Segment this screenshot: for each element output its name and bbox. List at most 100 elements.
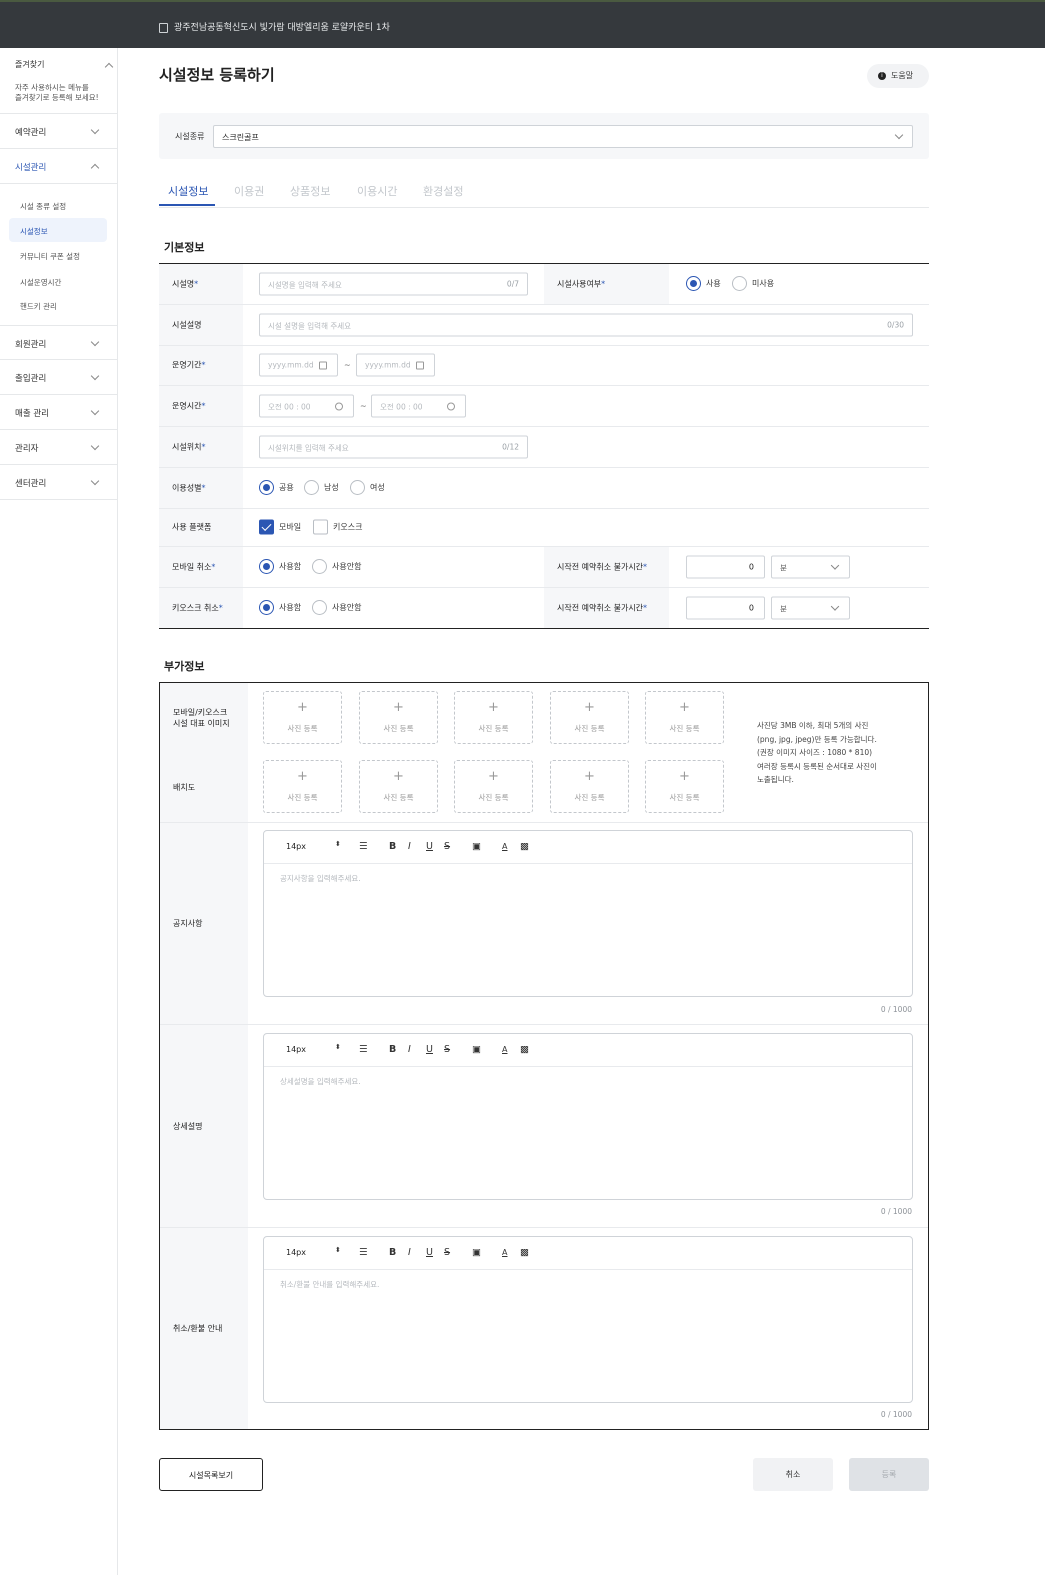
strike-icon[interactable]: S (444, 1044, 450, 1056)
char-count: 0 / 1000 (880, 1207, 912, 1216)
radio-unused[interactable]: 미사용 (732, 275, 782, 292)
font-size-select[interactable]: 14px (286, 842, 306, 851)
facility-name-input[interactable]: 시설명을 입력해 주세요 0/7 (259, 272, 528, 296)
row-hours: 운영시간* 오전 00 : 00 ~ 오전 00 : 00 (159, 386, 929, 428)
period-end-input[interactable]: yyyy.mm.dd (356, 353, 435, 377)
photo-upload-button[interactable]: + 사진 등록 (645, 691, 724, 744)
kiosk-unit-select[interactable]: 분 (771, 596, 850, 620)
photo-upload-button[interactable]: + 사진 등록 (454, 691, 533, 744)
submenu-facility-info[interactable]: 시설정보 (20, 226, 48, 237)
sidebar-item-admin[interactable]: 관리자 (0, 430, 117, 465)
radio-kiosk-cancel-on[interactable]: 사용함 (259, 599, 304, 616)
cancel-button[interactable]: 취소 (753, 1458, 833, 1491)
radio-mobile-cancel-off[interactable]: 사용안함 (312, 558, 367, 575)
font-size-select[interactable]: 14px (286, 1045, 306, 1054)
photo-upload-button[interactable]: + 사진 등록 (550, 691, 629, 744)
tab-facility-info[interactable]: 시설정보 (168, 183, 208, 199)
bold-icon[interactable]: B (389, 841, 396, 853)
layout-upload-button[interactable]: + 사진 등록 (359, 760, 438, 813)
image-icon[interactable]: ▣ (472, 1247, 481, 1259)
tab-product-info[interactable]: 상품정보 (290, 183, 330, 199)
stepper-icon[interactable]: ⬍ (335, 1247, 341, 1254)
layout-upload-button[interactable]: + 사진 등록 (550, 760, 629, 813)
submenu-operating-hours[interactable]: 시설운영시간 (20, 277, 61, 288)
help-button[interactable]: i 도움말 (867, 64, 929, 88)
facility-type-select[interactable]: 스크린골프 (213, 125, 913, 148)
bg-color-icon[interactable]: ▩ (520, 1247, 529, 1259)
radio-kiosk-cancel-off[interactable]: 사용안함 (312, 599, 367, 616)
chevron-down-icon (90, 476, 100, 486)
facility-list-button[interactable]: 시설목록보기 (159, 1458, 263, 1491)
radio-male[interactable]: 남성 (304, 479, 344, 496)
sidebar-item-sales[interactable]: 매출 관리 (0, 395, 117, 430)
italic-icon[interactable]: I (408, 1044, 411, 1056)
editor-toolbar: 14px ⬍ ☰ B I U S ▣ A ▩ (264, 1034, 912, 1067)
strike-icon[interactable]: S (444, 1247, 450, 1259)
submit-button[interactable]: 등록 (849, 1458, 929, 1491)
basic-info-table: 시설명* 시설명을 입력해 주세요 0/7 시설사용여부* 사용 미사용 시설설… (159, 263, 929, 630)
sidebar-item-reservation[interactable]: 예약관리 (0, 114, 117, 149)
photo-upload-button[interactable]: + 사진 등록 (263, 691, 342, 744)
notice-editor[interactable]: 14px ⬍ ☰ B I U S ▣ A ▩ 공지사항을 입력해주세요. (263, 830, 913, 997)
bg-color-icon[interactable]: ▩ (520, 841, 529, 853)
tab-settings[interactable]: 환경설정 (423, 183, 463, 199)
italic-icon[interactable]: I (408, 1247, 411, 1259)
radio-use[interactable]: 사용 (686, 275, 726, 292)
period-start-input[interactable]: yyyy.mm.dd (259, 353, 338, 377)
facility-desc-input[interactable]: 시설 설명을 입력해 주세요 0/30 (259, 313, 913, 337)
submenu-handkey[interactable]: 핸드키 관리 (20, 301, 57, 312)
radio-common[interactable]: 공용 (259, 479, 299, 496)
radio-female[interactable]: 여성 (350, 479, 390, 496)
text-color-icon[interactable]: A (502, 1247, 507, 1259)
underline-icon[interactable]: U (426, 1044, 433, 1056)
sidebar-item-facility[interactable]: 시설관리 (0, 149, 117, 184)
font-size-select[interactable]: 14px (286, 1248, 306, 1257)
underline-icon[interactable]: U (426, 841, 433, 853)
layout-upload-button[interactable]: + 사진 등록 (263, 760, 342, 813)
align-icon[interactable]: ☰ (359, 1044, 368, 1056)
section-title-basic: 기본정보 (164, 241, 205, 254)
sidebar-item-label: 회원관리 (15, 340, 47, 350)
text-color-icon[interactable]: A (502, 841, 507, 853)
image-icon[interactable]: ▣ (472, 1044, 481, 1056)
submenu-facility-type[interactable]: 시설 종류 설정 (20, 201, 66, 212)
italic-icon[interactable]: I (408, 841, 411, 853)
align-icon[interactable]: ☰ (359, 841, 368, 853)
hours-start-input[interactable]: 오전 00 : 00 (259, 394, 354, 418)
favorites-panel: 즐겨찾기 자주 사용하시는 메뉴를 즐겨찾기로 등록해 보세요! (0, 48, 117, 114)
checkbox-kiosk[interactable]: 키오스크 (313, 519, 368, 535)
hours-end-input[interactable]: 오전 00 : 00 (371, 394, 466, 418)
detail-editor[interactable]: 14px ⬍ ☰ B I U S ▣ A ▩ 상세설명을 입력해주세요. (263, 1033, 913, 1200)
align-icon[interactable]: ☰ (359, 1247, 368, 1259)
mobile-unit-select[interactable]: 분 (771, 555, 850, 579)
underline-icon[interactable]: U (426, 1247, 433, 1259)
location-input[interactable]: 시설위치를 입력해 주세요 0/12 (259, 435, 528, 459)
kiosk-limit-input[interactable]: 0 (686, 596, 765, 620)
label-cell: 시설설명 (159, 304, 243, 345)
text-color-icon[interactable]: A (502, 1044, 507, 1056)
stepper-icon[interactable]: ⬍ (335, 841, 341, 848)
sidebar-item-member[interactable]: 회원관리 (0, 325, 117, 360)
image-icon[interactable]: ▣ (472, 841, 481, 853)
tab-ticket[interactable]: 이용권 (234, 183, 264, 199)
section-title-extra: 부가정보 (164, 660, 205, 673)
bold-icon[interactable]: B (389, 1247, 396, 1259)
limit-value: 0 (748, 562, 754, 572)
sidebar-item-access[interactable]: 출입관리 (0, 360, 117, 395)
radio-mobile-cancel-on[interactable]: 사용함 (259, 558, 304, 575)
strike-icon[interactable]: S (444, 841, 450, 853)
chevron-up-icon[interactable] (104, 62, 114, 72)
bg-color-icon[interactable]: ▩ (520, 1044, 529, 1056)
sidebar-item-center[interactable]: 센터관리 (0, 465, 117, 500)
stepper-icon[interactable]: ⬍ (335, 1044, 341, 1051)
tab-usage-time[interactable]: 이용시간 (357, 183, 397, 199)
mobile-limit-input[interactable]: 0 (686, 555, 765, 579)
layout-upload-button[interactable]: + 사진 등록 (645, 760, 724, 813)
layout-upload-button[interactable]: + 사진 등록 (454, 760, 533, 813)
photo-upload-button[interactable]: + 사진 등록 (359, 691, 438, 744)
checkbox-mobile[interactable]: 모바일 (259, 519, 309, 535)
submenu-community-coupon[interactable]: 커뮤니티 쿠폰 설정 (20, 251, 80, 262)
bold-icon[interactable]: B (389, 1044, 396, 1056)
placeholder: yyyy.mm.dd (365, 360, 411, 370)
refund-editor[interactable]: 14px ⬍ ☰ B I U S ▣ A ▩ 취소/환불 안내를 입력해주세요. (263, 1236, 913, 1403)
